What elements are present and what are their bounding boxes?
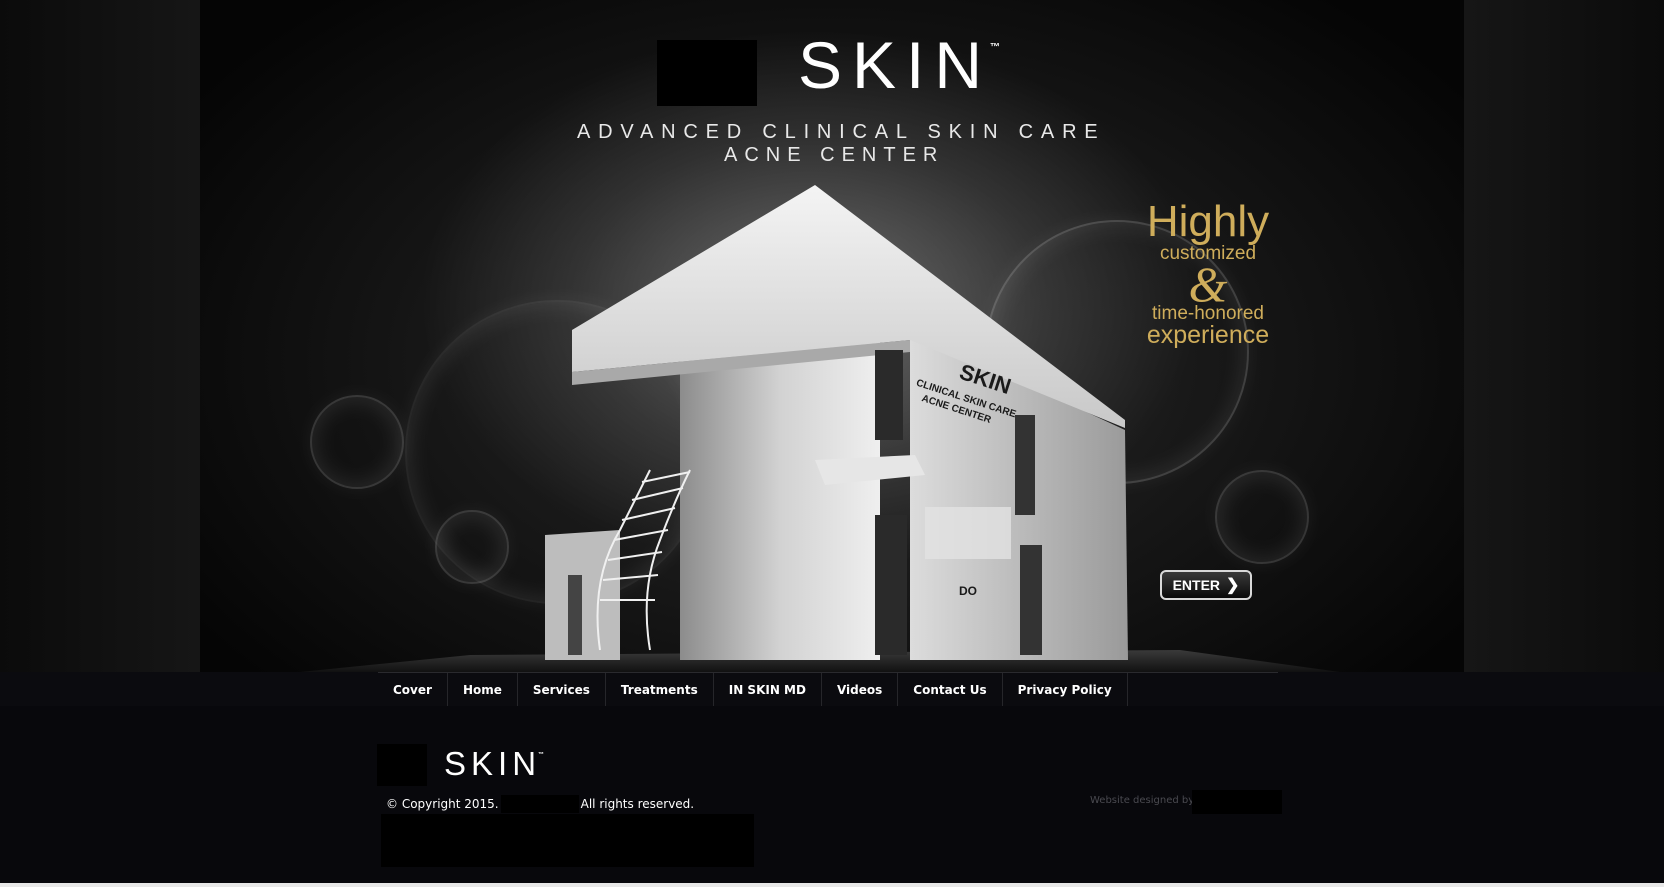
main-nav: Cover Home Services Treatments IN SKIN M… (378, 672, 1278, 707)
designer-link-redacted[interactable] (1192, 790, 1282, 814)
nav-item-home[interactable]: Home (448, 673, 518, 707)
chevron-right-icon: ❯ (1226, 577, 1240, 594)
promo-ampersand: & (1188, 256, 1228, 312)
copyright-text: © Copyright 2015. All rights reserved. (386, 795, 694, 813)
nav-item-services[interactable]: Services (518, 673, 606, 707)
footer-info-redacted (381, 814, 754, 867)
nav-item-treatments[interactable]: Treatments (606, 673, 714, 707)
nav-item-in-skin-md[interactable]: IN SKIN MD (714, 673, 822, 707)
copyright-suffix: All rights reserved. (580, 797, 695, 811)
nav-item-cover[interactable]: Cover (378, 673, 448, 707)
promo-line5: experience (1146, 321, 1270, 349)
page-bottom-border (0, 883, 1664, 887)
footer-logo[interactable]: SKIN (444, 747, 541, 780)
hero-banner: SKIN CLINICAL SKIN CARE ACNE CENTER DO S… (0, 0, 1664, 672)
nav-item-contact-us[interactable]: Contact Us (898, 673, 1003, 707)
logo-mark-redacted (657, 40, 757, 106)
enter-button-label: ENTER (1172, 577, 1221, 593)
promo-text: Highly customized & time-honored experie… (1140, 200, 1276, 348)
site-logo: SKIN (798, 28, 993, 102)
nav-item-videos[interactable]: Videos (822, 673, 899, 707)
nav-item-privacy-policy[interactable]: Privacy Policy (1003, 673, 1128, 707)
footer-logo-mark-redacted (377, 744, 427, 786)
enter-button[interactable]: ENTER ❯ (1160, 570, 1252, 600)
building-number: DO (959, 584, 977, 598)
footer-logo-trademark: ™ (538, 752, 544, 758)
copyright-owner-redacted (500, 795, 579, 813)
logo-trademark: ™ (990, 42, 1000, 53)
footer (0, 706, 1664, 887)
designed-by-text: Website designed by (1090, 795, 1195, 806)
copyright-prefix: © Copyright 2015. (386, 797, 499, 811)
tagline-line2: ACNE CENTER (724, 144, 945, 166)
promo-line1: Highly (1146, 197, 1270, 246)
tagline-line1: ADVANCED CLINICAL SKIN CARE (577, 121, 1106, 143)
